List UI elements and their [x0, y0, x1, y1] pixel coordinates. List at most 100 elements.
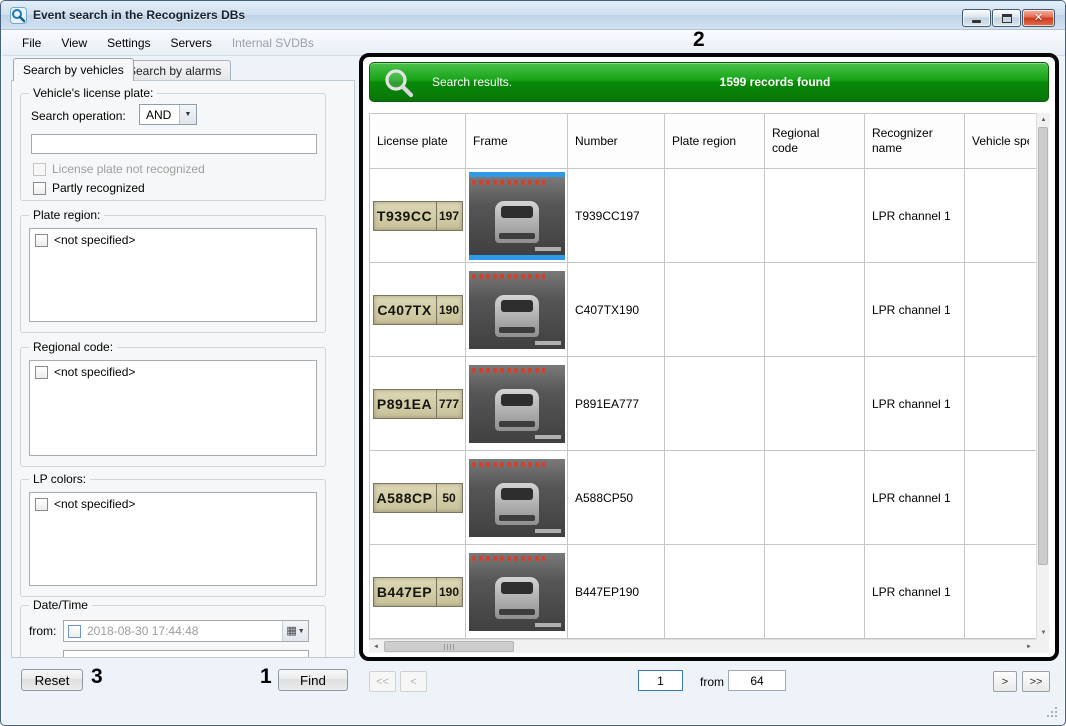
column-header-recognizer-name[interactable]: Recognizer name — [865, 114, 965, 169]
column-header-number[interactable]: Number — [568, 114, 665, 169]
frame-thumbnail — [469, 548, 565, 636]
camera-frame-image — [469, 459, 565, 537]
vehicle-icon — [495, 295, 539, 337]
vertical-scrollbar[interactable]: ▲ ▼ — [1036, 113, 1049, 639]
scroll-up-icon[interactable]: ▲ — [1037, 113, 1050, 126]
menu-item-internal-svdbs: Internal SVDBs — [222, 30, 324, 55]
table-row[interactable]: C407TX190C407TX190LPR channel 1 — [369, 263, 1049, 357]
recognizer-name-cell: LPR channel 1 — [865, 545, 965, 639]
regional-code-cell — [765, 263, 865, 357]
reset-button[interactable]: Reset — [21, 669, 83, 691]
number-cell-text: P891EA777 — [568, 397, 639, 411]
pagination-first-button[interactable]: << — [369, 671, 396, 692]
recognizer-name-cell: LPR channel 1 — [865, 451, 965, 545]
recognizer-name-cell: LPR channel 1 — [865, 263, 965, 357]
camera-frame-image — [469, 271, 565, 349]
license-plate-cell: T939CC197 — [370, 169, 466, 263]
close-button[interactable]: ✕ — [1022, 9, 1055, 27]
frame-cell — [466, 169, 568, 263]
column-header-label: Number — [575, 134, 618, 148]
maximize-icon — [1002, 14, 1012, 23]
date-from-calendar-button[interactable]: ▦ ▼ — [282, 621, 308, 641]
vehicle-speed-cell — [965, 451, 1037, 545]
date-to-control-clipped — [63, 650, 309, 658]
license-plate-cell: P891EA777 — [370, 357, 466, 451]
recognizer-name-cell-text: LPR channel 1 — [865, 491, 951, 505]
regional-code-item-checkbox[interactable] — [35, 366, 48, 379]
resize-grip[interactable] — [1047, 707, 1059, 719]
list-item[interactable]: <not specified> — [30, 361, 316, 383]
menu-item-settings[interactable]: Settings — [97, 30, 160, 55]
scroll-left-icon[interactable]: ◄ — [369, 641, 383, 653]
column-header-plate-region[interactable]: Plate region — [665, 114, 765, 169]
pagination-last-button[interactable]: >> — [1022, 671, 1050, 692]
frame-cell — [466, 357, 568, 451]
lp-colors-list[interactable]: <not specified> — [29, 492, 317, 586]
maximize-button[interactable] — [992, 9, 1021, 27]
not-recognized-checkbox — [33, 163, 46, 176]
pagination-prev-button[interactable]: < — [400, 671, 427, 692]
menu-item-file[interactable]: File — [12, 30, 51, 55]
date-from-control[interactable]: 2018-08-30 17:44:48 ▦ ▼ — [63, 620, 309, 642]
column-header-regional-code[interactable]: Regional code — [765, 114, 865, 169]
license-plate-cell: A588CP50 — [370, 451, 466, 545]
group-datetime: Date/Time from: 2018-08-30 17:44:48 ▦ ▼ — [20, 605, 326, 658]
lp-colors-item-checkbox[interactable] — [35, 498, 48, 511]
date-from-checkbox[interactable] — [68, 625, 81, 638]
table-row[interactable]: B447EP190B447EP190LPR channel 1 — [369, 545, 1049, 639]
scroll-right-icon[interactable]: ► — [1022, 641, 1036, 653]
tab-search-by-alarms[interactable]: Search by alarms — [118, 60, 231, 81]
pagination-next-button[interactable]: > — [993, 671, 1017, 692]
plate-region-list[interactable]: <not specified> — [29, 228, 317, 322]
table-row[interactable]: A588CP50A588CP50LPR channel 1 — [369, 451, 1049, 545]
column-header-frame[interactable]: Frame — [466, 114, 568, 169]
list-item[interactable]: <not specified> — [30, 493, 316, 515]
records-found-badge: 1599 records found — [640, 63, 910, 101]
horizontal-scrollbar-thumb[interactable] — [384, 641, 514, 652]
number-cell-text: B447EP190 — [568, 585, 639, 599]
plate-region-cell — [665, 357, 765, 451]
vehicle-speed-cell — [965, 357, 1037, 451]
column-header-label: Frame — [473, 134, 508, 148]
number-cell: C407TX190 — [568, 263, 665, 357]
menu-item-servers[interactable]: Servers — [161, 30, 222, 55]
number-cell-text: T939CC197 — [568, 209, 640, 223]
recognizer-name-cell-text: LPR channel 1 — [865, 209, 951, 223]
regional-code-list[interactable]: <not specified> — [29, 360, 317, 456]
group-title: Date/Time — [29, 598, 92, 612]
minimize-button[interactable] — [962, 9, 991, 27]
app-magnifier-icon — [10, 7, 27, 24]
vertical-scrollbar-thumb[interactable] — [1038, 127, 1048, 565]
plate-region-item-checkbox[interactable] — [35, 234, 48, 247]
vehicle-icon — [495, 201, 539, 243]
page-number-input[interactable] — [638, 670, 683, 691]
license-plate-input[interactable] — [31, 134, 317, 154]
search-operation-select[interactable]: AND ▼ — [139, 104, 197, 125]
tab-search-by-vehicles[interactable]: Search by vehicles — [13, 58, 134, 81]
number-cell: T939CC197 — [568, 169, 665, 263]
partly-recognized-checkbox[interactable] — [33, 182, 46, 195]
vehicle-icon — [495, 483, 539, 525]
find-button[interactable]: Find — [278, 669, 348, 691]
list-item[interactable]: <not specified> — [30, 229, 316, 251]
results-table: License plate Frame Number Plate region … — [369, 113, 1049, 653]
group-title: LP colors: — [29, 472, 90, 486]
recognizer-name-cell: LPR channel 1 — [865, 169, 965, 263]
table-row[interactable]: T939CC197 T939CC197 LPR channel 1 — [369, 169, 1049, 263]
frame-cell — [466, 545, 568, 639]
recognizer-name-cell-text: LPR channel 1 — [865, 397, 951, 411]
column-header-vehicle-speed[interactable]: Vehicle speed — [965, 114, 1037, 169]
annotation-marker-1: 1 — [260, 665, 272, 689]
group-title: Plate region: — [29, 208, 104, 222]
menu-item-view[interactable]: View — [51, 30, 97, 55]
results-rows: T939CC197 T939CC197 LPR channel 1 C407TX190… — [369, 169, 1049, 639]
camera-frame-image — [469, 553, 565, 631]
horizontal-scrollbar[interactable]: ◄ ► — [369, 639, 1036, 653]
chevron-down-icon: ▼ — [298, 628, 305, 635]
scroll-down-icon[interactable]: ▼ — [1037, 626, 1050, 639]
table-row[interactable]: P891EA777 P891EA777 LPR channel 1 — [369, 357, 1049, 451]
column-header-license-plate[interactable]: License plate — [370, 114, 466, 169]
frame-cell — [466, 451, 568, 545]
regional-code-cell — [765, 451, 865, 545]
calendar-icon: ▦ — [286, 626, 296, 637]
